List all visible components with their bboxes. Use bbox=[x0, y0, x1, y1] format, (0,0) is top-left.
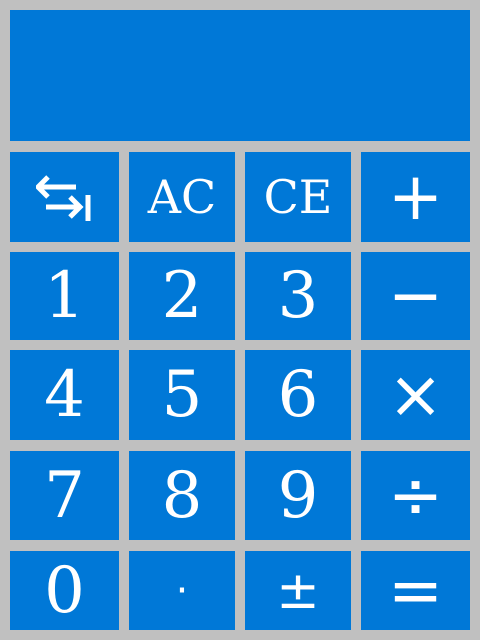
calculator: AC CE + 1 2 3 − 4 5 6 × 7 8 9 ÷ 0 · ± = bbox=[0, 0, 480, 640]
digit-7-button[interactable]: 7 bbox=[10, 451, 119, 540]
digit-2-button[interactable]: 2 bbox=[129, 252, 235, 340]
digit-6-label: 6 bbox=[277, 358, 319, 432]
divide-label: ÷ bbox=[387, 456, 444, 534]
digit-3-label: 3 bbox=[277, 259, 319, 333]
multiply-button[interactable]: × bbox=[361, 350, 470, 440]
digit-1-button[interactable]: 1 bbox=[10, 252, 119, 340]
clear-entry-label: CE bbox=[263, 170, 333, 224]
clear-entry-button[interactable]: CE bbox=[245, 152, 351, 242]
swap-arrows-icon bbox=[35, 175, 90, 221]
digit-4-button[interactable]: 4 bbox=[10, 350, 119, 440]
minus-button[interactable]: − bbox=[361, 252, 470, 340]
digit-5-button[interactable]: 5 bbox=[129, 350, 235, 440]
swap-button[interactable] bbox=[10, 152, 119, 242]
all-clear-button[interactable]: AC bbox=[129, 152, 235, 242]
minus-label: − bbox=[387, 257, 444, 334]
digit-5-label: 5 bbox=[161, 358, 203, 432]
plus-minus-button[interactable]: ± bbox=[245, 551, 351, 630]
digit-2-label: 2 bbox=[161, 259, 203, 333]
digit-9-label: 9 bbox=[277, 458, 319, 533]
digit-8-button[interactable]: 8 bbox=[129, 451, 235, 540]
all-clear-label: AC bbox=[147, 170, 217, 224]
plus-button[interactable]: + bbox=[361, 152, 470, 242]
equals-label: = bbox=[387, 551, 444, 629]
divide-button[interactable]: ÷ bbox=[361, 451, 470, 540]
calculator-display bbox=[10, 10, 470, 141]
digit-4-label: 4 bbox=[44, 358, 85, 432]
digit-7-label: 7 bbox=[44, 458, 85, 533]
multiply-label: × bbox=[387, 356, 444, 433]
digit-9-button[interactable]: 9 bbox=[245, 451, 351, 540]
plus-label: + bbox=[387, 158, 444, 235]
equals-button[interactable]: = bbox=[361, 551, 470, 630]
digit-6-button[interactable]: 6 bbox=[245, 350, 351, 440]
plus-minus-label: ± bbox=[276, 560, 320, 621]
digit-1-label: 1 bbox=[44, 259, 85, 333]
digit-8-label: 8 bbox=[161, 458, 203, 533]
digit-0-label: 0 bbox=[44, 553, 85, 628]
decimal-point-label: · bbox=[175, 567, 189, 614]
decimal-point-button[interactable]: · bbox=[129, 551, 235, 630]
digit-3-button[interactable]: 3 bbox=[245, 252, 351, 340]
digit-0-button[interactable]: 0 bbox=[10, 551, 119, 630]
